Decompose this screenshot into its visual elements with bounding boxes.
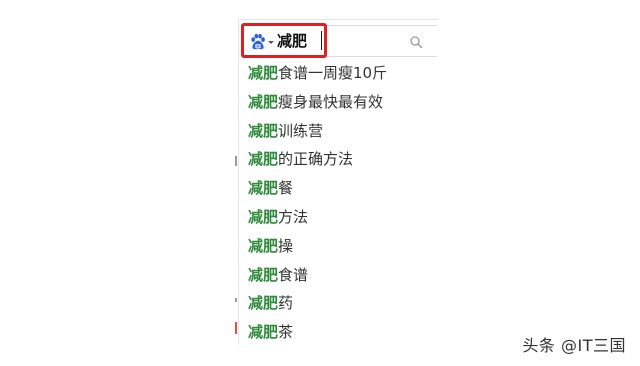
suggestion-keyword: 减肥 <box>248 179 279 198</box>
suggestion-text: 瘦身最快最有效 <box>278 92 384 111</box>
suggestion-item[interactable]: 减肥药 <box>248 289 438 318</box>
suggestion-text: 方法 <box>278 207 309 226</box>
suggestion-keyword: 减肥 <box>248 294 279 313</box>
suggestion-text: 的正确方法 <box>278 150 354 169</box>
suggestion-text: 食谱一周瘦10斤 <box>278 64 388 82</box>
screenshot-canvas: 减肥食谱一周瘦10斤 减肥瘦身最快最有效 减肥训练营 减肥的正确方法 减肥餐 减… <box>0 0 640 366</box>
suggestion-text: 操 <box>278 236 294 255</box>
suggestion-text: 药 <box>278 294 294 313</box>
highlight-annotation-box <box>241 23 327 58</box>
frame-top-border <box>238 19 438 20</box>
frame-left-border <box>238 19 239 345</box>
suggestion-keyword: 减肥 <box>248 323 279 342</box>
suggestion-keyword: 减肥 <box>248 121 279 140</box>
suggestion-list: 减肥食谱一周瘦10斤 减肥瘦身最快最有效 减肥训练营 减肥的正确方法 减肥餐 减… <box>248 59 438 347</box>
suggestion-text: 训练营 <box>278 121 324 140</box>
suggestion-text: 茶 <box>278 323 294 342</box>
suggestion-item[interactable]: 减肥餐 <box>248 174 438 203</box>
suggestion-item[interactable]: 减肥的正确方法 <box>248 145 438 174</box>
suggestion-text: 食谱 <box>278 265 309 284</box>
left-edge-mark <box>235 156 237 166</box>
suggestion-item[interactable]: 减肥训练营 <box>248 117 438 146</box>
suggestion-keyword: 减肥 <box>248 64 279 82</box>
suggestion-item[interactable]: 减肥操 <box>248 232 438 261</box>
suggestion-keyword: 减肥 <box>248 207 279 226</box>
search-icon[interactable] <box>409 34 423 49</box>
suggestion-text: 餐 <box>278 179 294 198</box>
suggestion-item[interactable]: 减肥瘦身最快最有效 <box>248 88 438 117</box>
suggestion-item[interactable]: 减肥方法 <box>248 203 438 232</box>
suggestion-keyword: 减肥 <box>248 265 279 284</box>
suggestion-item[interactable]: 减肥茶 <box>248 318 438 347</box>
left-edge-mark <box>235 298 237 302</box>
watermark: 头条 @IT三国 <box>522 336 626 355</box>
suggestion-keyword: 减肥 <box>248 92 279 111</box>
suggestion-item[interactable]: 减肥食谱一周瘦10斤 <box>248 59 438 88</box>
suggestion-item[interactable]: 减肥食谱 <box>248 261 438 290</box>
suggestion-keyword: 减肥 <box>248 150 279 169</box>
left-edge-mark <box>235 322 237 334</box>
suggestion-keyword: 减肥 <box>248 236 279 255</box>
